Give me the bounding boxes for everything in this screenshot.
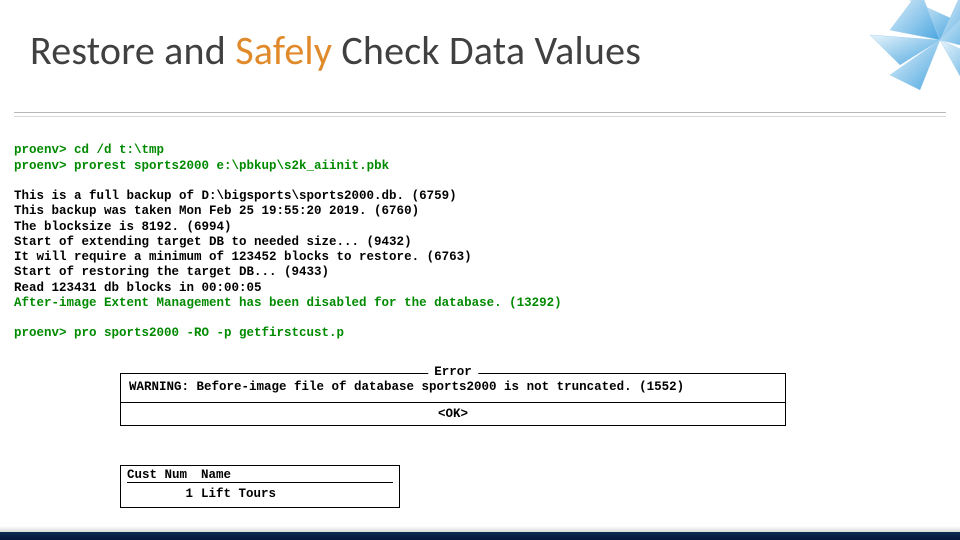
divider: [14, 116, 946, 117]
column-header: Name: [201, 468, 393, 483]
output-line: Start of extending target DB to needed s…: [14, 235, 412, 249]
prompt: proenv>: [14, 326, 67, 340]
output-line: It will require a minimum of 123452 bloc…: [14, 250, 472, 264]
prompt: proenv>: [14, 143, 67, 157]
error-message: WARNING: Before-image file of database s…: [129, 378, 777, 398]
output-line: After-image Extent Management has been d…: [14, 296, 562, 310]
output-line: Start of restoring the target DB... (943…: [14, 265, 329, 279]
error-dialog: Error WARNING: Before-image file of data…: [120, 373, 786, 426]
column-header: Cust Num: [127, 468, 201, 483]
output-line: This is a full backup of D:\bigsports\sp…: [14, 189, 457, 203]
divider: [14, 112, 946, 113]
output-line: Read 123431 db blocks in 00:00:05: [14, 281, 262, 295]
title-post: Check Data Values: [332, 26, 641, 75]
output-line: The blocksize is 8192. (6994): [14, 220, 232, 234]
page-title: Restore and Safely Check Data Values: [30, 26, 641, 75]
cell-name: Lift Tours: [201, 487, 393, 501]
result-table: Cust Num Name 1 Lift Tours: [120, 465, 400, 508]
ok-button[interactable]: <OK>: [129, 403, 777, 423]
command-text: pro sports2000 -RO -p getfirstcust.p: [67, 326, 345, 340]
cell-custnum: 1: [127, 487, 201, 501]
title-pre: Restore and: [30, 26, 235, 75]
prompt: proenv>: [14, 159, 67, 173]
terminal-output: proenv> cd /d t:\tmp proenv> prorest spo…: [14, 128, 946, 357]
title-accent: Safely: [235, 26, 332, 75]
output-line: This backup was taken Mon Feb 25 19:55:2…: [14, 204, 419, 218]
error-title: Error: [428, 365, 478, 379]
command-text: cd /d t:\tmp: [67, 143, 165, 157]
table-row: 1 Lift Tours: [121, 485, 399, 507]
decorative-burst-icon: [800, 0, 960, 100]
command-text: prorest sports2000 e:\pbkup\s2k_aiinit.p…: [67, 159, 390, 173]
footer-bar: [0, 532, 960, 540]
